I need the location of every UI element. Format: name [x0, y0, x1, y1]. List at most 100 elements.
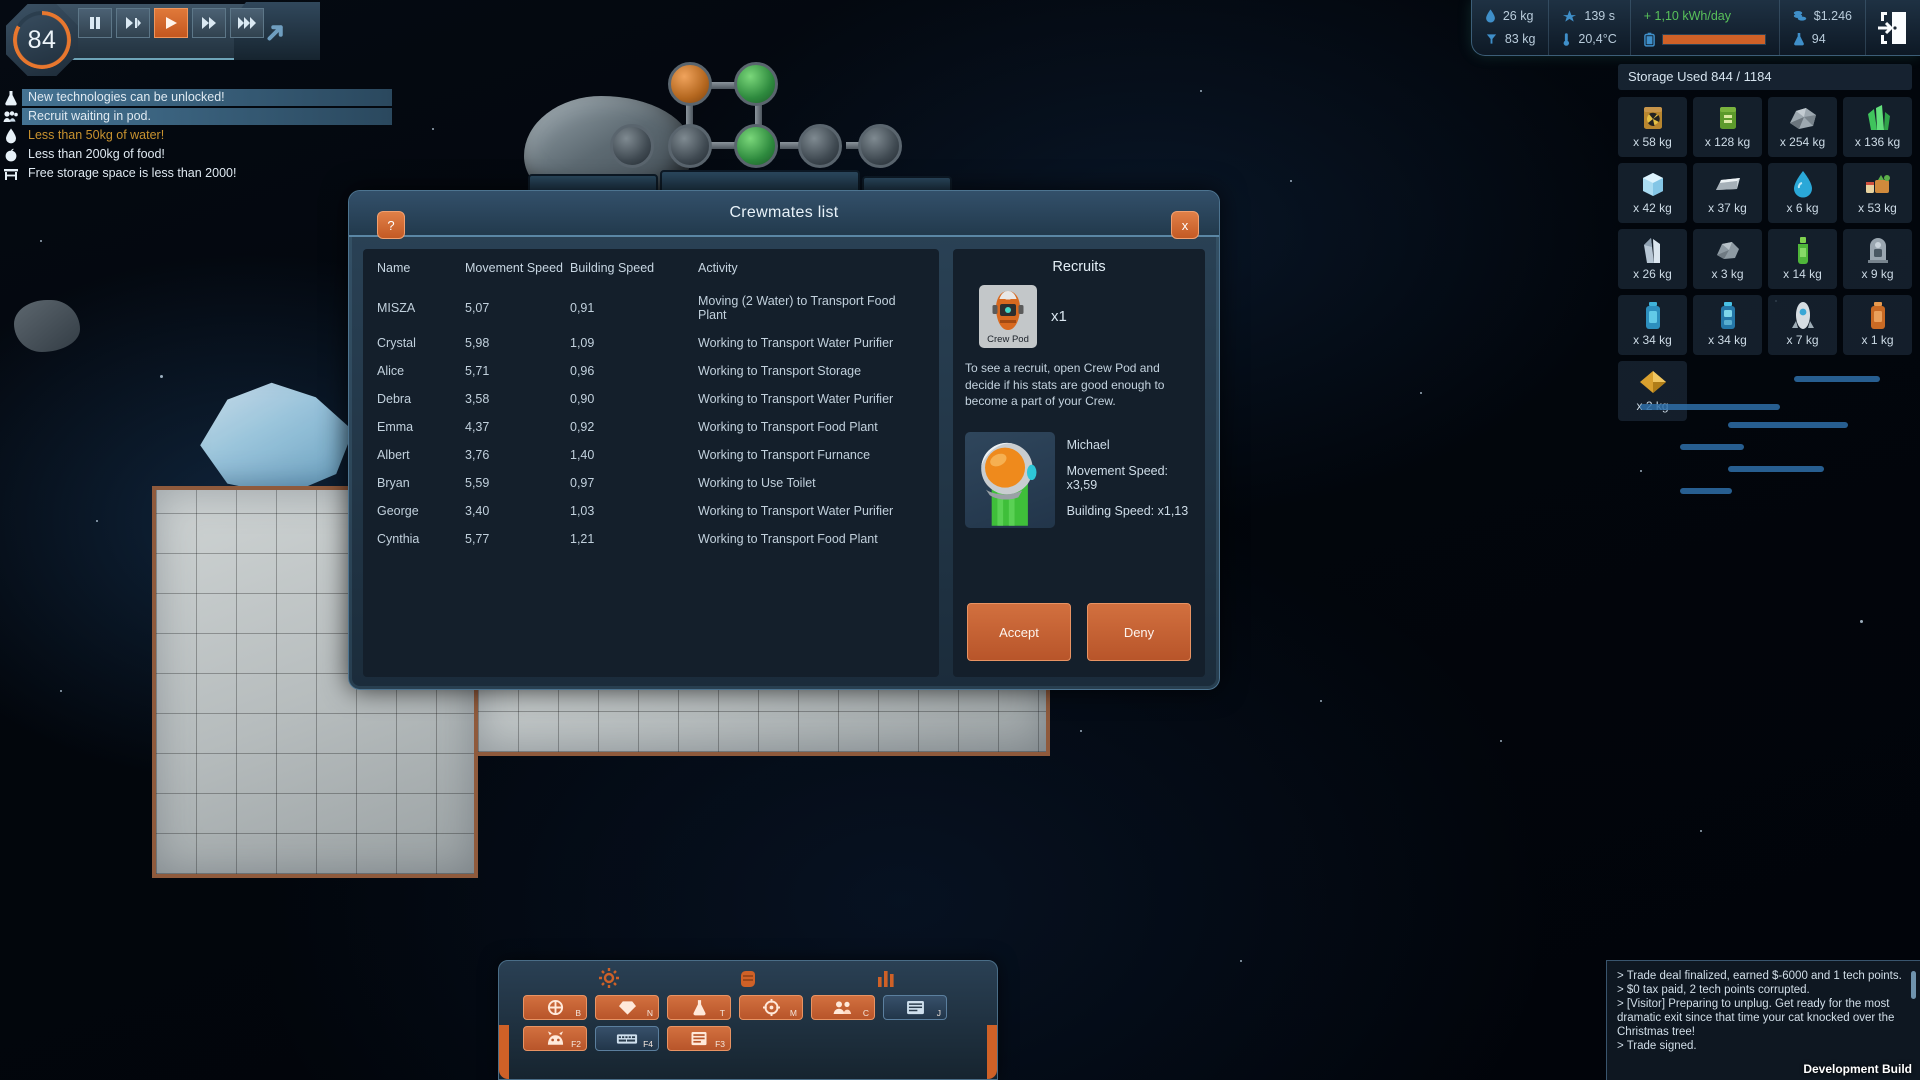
hotkey-keyboard-button[interactable]: F4 [595, 1026, 659, 1051]
storage-item[interactable]: x 34 kg [1693, 295, 1762, 355]
crew-movement-speed: 5,98 [465, 336, 490, 350]
storage-item[interactable]: x 254 kg [1768, 97, 1837, 157]
speed-play-button[interactable] [154, 8, 188, 38]
crew-name: MISZA [377, 301, 416, 315]
crew-name: Bryan [377, 476, 410, 490]
money-status: $1.246 [1793, 6, 1852, 26]
storage-item[interactable]: x 14 kg [1768, 229, 1837, 289]
close-button[interactable]: x [1171, 211, 1199, 239]
water-drop-icon [0, 128, 22, 144]
table-row[interactable]: Emma 4,37 0,92 Working to Transport Food Pl… [377, 413, 925, 441]
tab-crew[interactable] [730, 967, 766, 989]
table-row[interactable]: Albert 3,76 1,40 Working to Transport Furna… [377, 441, 925, 469]
hotkey-creature-button[interactable]: F2 [523, 1026, 587, 1051]
crew-activity: Working to Transport Food Plant [698, 420, 878, 434]
alert-item[interactable]: Less than 50kg of water! [0, 126, 392, 145]
storage-item[interactable]: x 2 kg [1618, 361, 1687, 421]
alert-item[interactable]: Recruit waiting in pod. [0, 107, 392, 126]
alert-item[interactable]: New technologies can be unlocked! [0, 88, 392, 107]
structure-node-grey2[interactable] [668, 124, 712, 168]
hotkey-mine-button[interactable]: N [595, 995, 659, 1020]
storage-item[interactable]: x 42 kg [1618, 163, 1687, 223]
target-icon [762, 999, 780, 1016]
speed-slow-button[interactable] [116, 8, 150, 38]
list-icon [691, 1031, 707, 1046]
storage-item[interactable]: x 128 kg [1693, 97, 1762, 157]
storage-item[interactable]: x 26 kg [1618, 229, 1687, 289]
hotkey-research-button[interactable]: T [667, 995, 731, 1020]
structure-node-green2[interactable] [734, 124, 778, 168]
storage-item[interactable]: x 1 kg [1843, 295, 1912, 355]
hotbar-row-2: F2 F4 F3 [523, 1026, 973, 1051]
storage-item[interactable]: x 58 kg [1618, 97, 1687, 157]
storage-item[interactable]: x 34 kg [1618, 295, 1687, 355]
column-header-activity: Activity [698, 261, 738, 275]
crew-pod-tile[interactable]: Crew Pod [979, 285, 1037, 348]
hotkey-build-button[interactable]: B [523, 995, 587, 1020]
storage-item[interactable]: x 136 kg [1843, 97, 1912, 157]
structure-node-grey4[interactable] [858, 124, 902, 168]
crew-activity: Working to Use Toilet [698, 476, 816, 490]
table-row[interactable]: Bryan 5,59 0,97 Working to Use Toilet [377, 469, 925, 497]
storage-item-quantity: x 58 kg [1633, 135, 1672, 149]
food-plant-icon [1486, 34, 1496, 44]
table-row[interactable]: George 3,40 1,03 Working to Transport Water… [377, 497, 925, 525]
tab-stats[interactable] [869, 967, 905, 989]
storage-item[interactable]: x 7 kg [1768, 295, 1837, 355]
blue-canister2-icon [1717, 300, 1739, 332]
structure-node[interactable] [668, 62, 712, 106]
storage-item[interactable]: x 6 kg [1768, 163, 1837, 223]
hotkey-list-button[interactable]: F3 [667, 1026, 731, 1051]
table-row[interactable]: Debra 3,58 0,90 Working to Transport Water … [377, 385, 925, 413]
hotkey-crew-button[interactable]: C [811, 995, 875, 1020]
alert-item[interactable]: Free storage space is less than 2000! [0, 164, 392, 183]
structure-node-grey3[interactable] [798, 124, 842, 168]
decor-stripe [1728, 422, 1848, 428]
accept-button[interactable]: Accept [967, 603, 1071, 661]
dialog-title-bar: Crewmates list ? x [349, 191, 1219, 239]
alert-item[interactable]: Less than 200kg of food! [0, 145, 392, 164]
crew-pod-icon [983, 289, 1033, 333]
exit-button[interactable] [1866, 0, 1920, 55]
table-row[interactable]: Cynthia 5,77 1,21 Working to Transport Food… [377, 525, 925, 553]
bottom-toolbar: B N T M C J F2 F4 F3 [498, 960, 998, 1080]
storage-item[interactable]: x 37 kg [1693, 163, 1762, 223]
crew-pod-quantity: x1 [1051, 308, 1067, 325]
structure-node-grey[interactable] [610, 124, 654, 168]
ship-group: 139 s 20,4°C [1549, 0, 1631, 55]
console-line: > $0 tax paid, 2 tech points corrupted. [1617, 984, 1810, 996]
storage-item[interactable]: x 9 kg [1843, 229, 1912, 289]
help-button[interactable]: ? [377, 211, 405, 239]
storage-item[interactable]: x 53 kg [1843, 163, 1912, 223]
crew-name: Cynthia [377, 532, 420, 546]
storage-item-quantity: x 37 kg [1708, 201, 1747, 215]
rocket-part-icon [1791, 300, 1815, 332]
speed-fast-button[interactable] [192, 8, 226, 38]
dialog-title: Crewmates list [729, 204, 839, 221]
hotkey-map-button[interactable]: M [739, 995, 803, 1020]
table-row[interactable]: Crystal 5,98 1,09 Working to Transport Wate… [377, 329, 925, 357]
hotkey-journal-button[interactable]: J [883, 995, 947, 1020]
food-status: 83 kg [1485, 29, 1535, 49]
storage-item-quantity: x 128 kg [1704, 135, 1751, 149]
table-row[interactable]: MISZA 5,07 0,91 Moving (2 Water) to Transpo… [377, 287, 925, 329]
speed-fastest-button[interactable] [230, 8, 264, 38]
speed-pause-button[interactable] [78, 8, 112, 38]
storage-item[interactable]: x 3 kg [1693, 229, 1762, 289]
alert-text: New technologies can be unlocked! [22, 89, 392, 106]
console-line: > Trade signed. [1617, 1040, 1697, 1052]
console-scrollbar[interactable] [1911, 971, 1916, 999]
crew-name: Albert [377, 448, 410, 462]
deny-button[interactable]: Deny [1087, 603, 1191, 661]
structure-node-green[interactable] [734, 62, 778, 106]
decor-stripe [1794, 376, 1880, 382]
tab-build[interactable] [591, 967, 627, 989]
table-row[interactable]: Alice 5,71 0,96 Working to Transport Storag… [377, 357, 925, 385]
crew-pod-label: Crew Pod [987, 334, 1029, 345]
recruit-portrait [965, 431, 1055, 528]
money-value: $1.246 [1813, 9, 1852, 23]
flask-icon [1793, 33, 1804, 46]
storage-item-quantity: x 1 kg [1861, 333, 1894, 347]
green-barrel-icon [1713, 102, 1743, 134]
alert-text: Recruit waiting in pod. [22, 108, 392, 125]
